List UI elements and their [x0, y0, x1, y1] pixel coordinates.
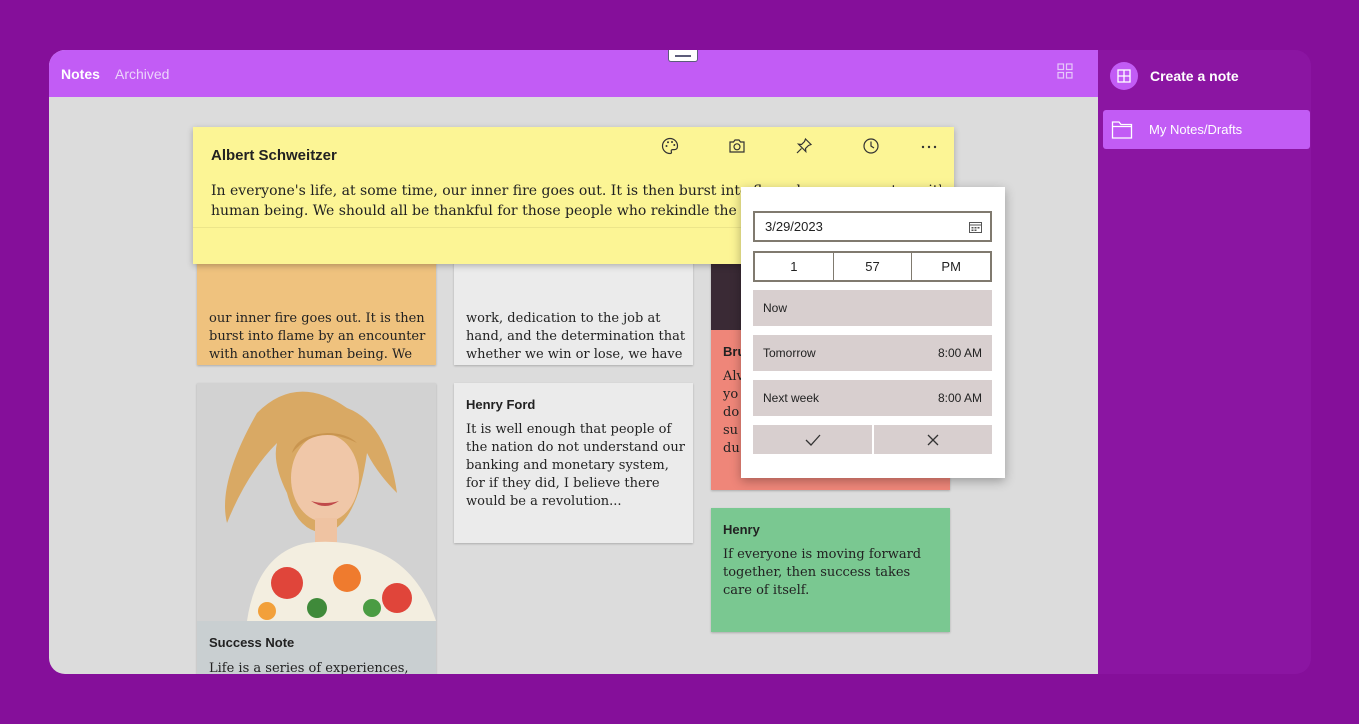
note-card-photo[interactable]: Success Note Life is a series of experie… [197, 383, 436, 674]
note-body: work, dedication to the job at hand, and… [466, 311, 686, 362]
note-card-henry[interactable]: Henry If everyone is moving forward toge… [711, 508, 950, 632]
calendar-icon [969, 222, 982, 233]
note-title: Henry [723, 522, 760, 537]
cancel-button[interactable] [874, 425, 992, 454]
sidebar-item-label: My Notes/Drafts [1149, 122, 1243, 137]
create-note-button[interactable]: Create a note [1110, 62, 1239, 90]
drag-handle[interactable] [668, 50, 698, 62]
note-body: If everyone is moving forward together, … [723, 547, 922, 598]
more-icon[interactable] [920, 137, 938, 155]
plus-square-icon [1110, 62, 1138, 90]
folder-icon [1111, 120, 1133, 139]
option-tomorrow[interactable]: Tomorrow 8:00 AM [753, 335, 992, 371]
sidebar: Create a note My Notes/Drafts [1098, 50, 1311, 674]
note-body: It is well enough that people of the nat… [466, 422, 685, 509]
sidebar-item-my-notes-drafts[interactable]: My Notes/Drafts [1103, 110, 1310, 149]
tab-notes[interactable]: Notes [61, 66, 100, 82]
app-window: Notes Archived our inner fire goes out. … [49, 50, 1311, 674]
note-title: Albert Schweitzer [211, 147, 337, 164]
date-picker[interactable]: 3/29/2023 [753, 211, 992, 242]
option-next-week[interactable]: Next week 8:00 AM [753, 380, 992, 416]
note-body: our inner fire goes out. It is then burs… [209, 311, 426, 362]
note-title: Success Note [209, 635, 295, 650]
pin-icon[interactable] [795, 137, 813, 155]
palette-icon[interactable] [661, 137, 679, 155]
note-card-gray[interactable]: work, dedication to the job at hand, and… [454, 250, 693, 365]
reminder-popup: 3/29/2023 1 57 PM Now Tomorrow 8:00 AM N… [741, 187, 1005, 478]
note-title: Henry Ford [466, 397, 536, 412]
confirm-button[interactable] [753, 425, 872, 454]
date-value: 3/29/2023 [765, 219, 823, 234]
notes-area: Notes Archived our inner fire goes out. … [49, 50, 1098, 674]
create-note-label: Create a note [1150, 68, 1239, 84]
portrait-photo [197, 383, 436, 621]
clock-icon[interactable] [862, 137, 880, 155]
hour-selector[interactable]: 1 [755, 253, 834, 280]
tab-archived[interactable]: Archived [115, 66, 169, 82]
grid-icon[interactable] [1056, 62, 1074, 80]
note-card-henry-ford[interactable]: Henry Ford It is well enough that people… [454, 383, 693, 543]
ampm-selector[interactable]: PM [912, 253, 990, 280]
close-icon [927, 434, 939, 445]
top-bar: Notes Archived [49, 50, 1098, 97]
note-body: Life is a series of experiences, [209, 661, 409, 674]
time-picker: 1 57 PM [753, 251, 992, 282]
check-icon [805, 434, 820, 446]
note-card-orange[interactable]: our inner fire goes out. It is then burs… [197, 250, 436, 365]
minute-selector[interactable]: 57 [834, 253, 913, 280]
option-now[interactable]: Now [753, 290, 992, 326]
camera-icon[interactable] [728, 137, 746, 155]
